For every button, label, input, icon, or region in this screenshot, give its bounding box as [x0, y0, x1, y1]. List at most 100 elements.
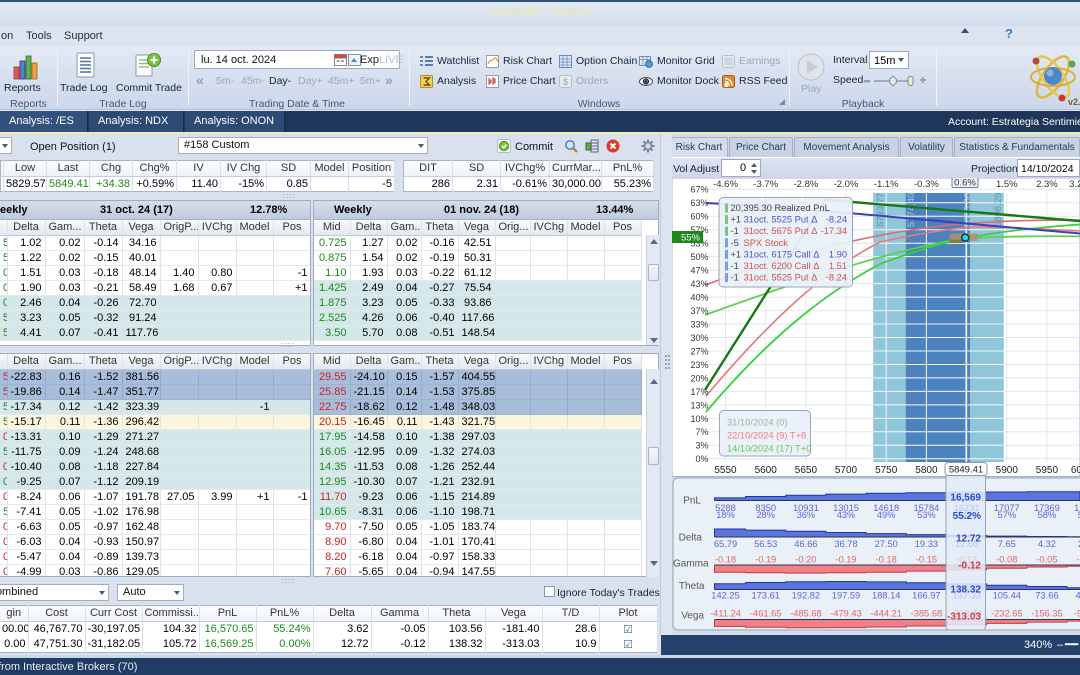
svg-text:27.50: 27.50: [875, 539, 898, 549]
svg-text:31oct. 6175 Call Δ: 31oct. 6175 Call Δ: [744, 249, 820, 259]
svg-text:5855.66: 5855.66: [962, 193, 973, 227]
svg-text:7.65: 7.65: [998, 539, 1016, 549]
svg-text:-0.08: -0.08: [996, 554, 1017, 564]
svg-text:-2.0%: -2.0%: [834, 179, 859, 190]
svg-text:0.6%: 0.6%: [954, 178, 976, 189]
svg-text:2.3%: 2.3%: [1036, 179, 1058, 190]
svg-text:40%: 40%: [690, 293, 708, 303]
svg-text:-0.03: -0.03: [1076, 554, 1080, 564]
svg-text:+1: +1: [731, 215, 742, 225]
svg-text:-2.8%: -2.8%: [793, 179, 818, 190]
svg-text:49%: 49%: [877, 510, 896, 520]
svg-text:-0.18: -0.18: [876, 554, 897, 564]
svg-text:63%: 63%: [690, 198, 708, 208]
svg-text:1.90: 1.90: [829, 249, 847, 259]
svg-text:v2.: v2.: [1068, 97, 1080, 107]
svg-text:-479.43: -479.43: [830, 608, 862, 618]
svg-text:57%: 57%: [997, 510, 1016, 520]
svg-text:5550: 5550: [714, 465, 737, 476]
svg-text:138.32: 138.32: [950, 585, 981, 596]
svg-text:16,569: 16,569: [950, 493, 981, 504]
svg-text:28%: 28%: [756, 510, 775, 520]
svg-text:55%: 55%: [681, 233, 701, 244]
svg-text:-95.21: -95.21: [1074, 608, 1080, 618]
svg-text:5774.40: 5774.40: [906, 193, 917, 227]
svg-text:-0.19: -0.19: [755, 554, 776, 564]
svg-text:Delta: Delta: [679, 533, 703, 544]
svg-text:23%: 23%: [690, 360, 708, 370]
svg-text:-0.05: -0.05: [1036, 554, 1057, 564]
svg-text:31oct. 5675 Put Δ: 31oct. 5675 Put Δ: [744, 226, 818, 236]
svg-text:3.2%: 3.2%: [1069, 179, 1080, 190]
svg-text:65.79: 65.79: [714, 539, 737, 549]
svg-text:166.97: 166.97: [912, 590, 940, 600]
svg-text:Vega: Vega: [681, 610, 704, 621]
svg-text:-444.21: -444.21: [870, 608, 902, 618]
svg-text:5800: 5800: [915, 465, 938, 476]
svg-text:60%: 60%: [690, 212, 708, 222]
svg-text:0%: 0%: [695, 454, 708, 464]
svg-text:20,395.30 Realized PnL: 20,395.30 Realized PnL: [731, 203, 830, 213]
svg-text:7%: 7%: [695, 427, 708, 437]
svg-text:-0.15: -0.15: [916, 554, 937, 564]
svg-text:-1.1%: -1.1%: [874, 179, 899, 190]
svg-text:45.54: 45.54: [1075, 590, 1080, 600]
svg-text:5849.41: 5849.41: [949, 465, 983, 476]
svg-text:Gamma: Gamma: [673, 559, 709, 570]
svg-text:27%: 27%: [690, 346, 708, 356]
svg-text:-0.3%: -0.3%: [914, 179, 939, 190]
svg-text:47%: 47%: [690, 266, 708, 276]
svg-text:5650: 5650: [795, 465, 818, 476]
svg-text:142.25: 142.25: [711, 590, 739, 600]
svg-text:PnL: PnL: [683, 496, 701, 507]
svg-text:-0.20: -0.20: [795, 554, 816, 564]
svg-text:$: $: [563, 77, 568, 87]
svg-text:73.66: 73.66: [1035, 590, 1058, 600]
svg-text:-313.03: -313.03: [947, 612, 981, 623]
svg-text:5900: 5900: [996, 465, 1019, 476]
svg-text:-17.34: -17.34: [821, 226, 847, 236]
svg-text:1.51: 1.51: [829, 261, 847, 271]
svg-text:-0.18: -0.18: [715, 554, 736, 564]
svg-text:Theta: Theta: [679, 581, 705, 592]
svg-text:SPX Stock: SPX Stock: [744, 238, 789, 248]
svg-text:-0.19: -0.19: [835, 554, 856, 564]
svg-text:56.53: 56.53: [754, 539, 777, 549]
svg-text:33%: 33%: [690, 319, 708, 329]
svg-text:12.72: 12.72: [956, 534, 981, 545]
svg-text:13%: 13%: [690, 400, 708, 410]
svg-text:43%: 43%: [690, 279, 708, 289]
svg-text:10%: 10%: [690, 414, 708, 424]
svg-text:36.78: 36.78: [834, 539, 857, 549]
svg-text:188.14: 188.14: [872, 590, 900, 600]
svg-text:-1: -1: [731, 261, 739, 271]
svg-text:-3.7%: -3.7%: [753, 179, 778, 190]
svg-text:19.33: 19.33: [915, 539, 938, 549]
svg-text:43%: 43%: [837, 510, 856, 520]
svg-text:-156.35: -156.35: [1031, 608, 1063, 618]
svg-text:+1: +1: [731, 249, 742, 259]
svg-text:18%: 18%: [716, 510, 735, 520]
svg-text:67%: 67%: [690, 185, 708, 195]
svg-text:6000: 6000: [1071, 465, 1080, 476]
svg-text:-1: -1: [731, 226, 739, 236]
svg-text:30%: 30%: [690, 333, 708, 343]
svg-text:-411.24: -411.24: [710, 608, 741, 618]
svg-text:-461.65: -461.65: [750, 608, 782, 618]
svg-text:5950: 5950: [1036, 465, 1059, 476]
svg-text:-1: -1: [731, 273, 739, 283]
svg-text:17%: 17%: [690, 387, 708, 397]
svg-text:58%: 58%: [1038, 510, 1057, 520]
svg-text:37%: 37%: [690, 306, 708, 316]
svg-text:22/10/2024 (9) T+8: 22/10/2024 (9) T+8: [727, 431, 806, 441]
svg-text:192.82: 192.82: [792, 590, 820, 600]
svg-text:-485.68: -485.68: [790, 608, 822, 618]
svg-text:31oct. 6200 Call Δ: 31oct. 6200 Call Δ: [744, 261, 820, 271]
svg-text:31/10/2024 (0): 31/10/2024 (0): [727, 418, 787, 428]
svg-text:105.44: 105.44: [993, 590, 1021, 600]
svg-text:-4.6%: -4.6%: [713, 179, 738, 190]
svg-text:20%: 20%: [690, 373, 708, 383]
svg-text:-385.68: -385.68: [911, 608, 943, 618]
svg-text:5733.77: 5733.77: [876, 193, 887, 227]
svg-text:-232.65: -232.65: [991, 608, 1023, 618]
